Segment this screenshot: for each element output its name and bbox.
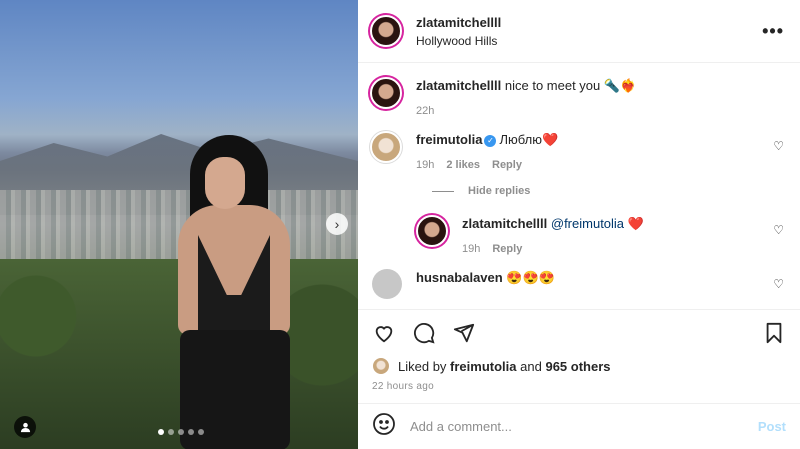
reply-avatar[interactable] (416, 215, 448, 247)
caption-text: nice to meet you 🔦❤️‍🔥 (504, 78, 637, 93)
smiley-icon (373, 412, 395, 435)
hide-replies-toggle[interactable]: Hide replies (432, 185, 784, 197)
commenter-username[interactable]: husnabalaven (416, 270, 503, 285)
likes-summary: Liked by freimutolia and 965 others (358, 355, 800, 377)
carousel-dot (168, 429, 174, 435)
share-icon[interactable] (452, 321, 476, 345)
hide-replies-label: Hide replies (468, 185, 531, 197)
liked-by-and: and (520, 358, 542, 374)
post-header: zlatamitchellll Hollywood Hills ••• (358, 0, 800, 63)
carousel-dots (158, 429, 204, 435)
reply-item: zlatamitchellll @freimutolia ❤️ 19h Repl… (416, 215, 784, 255)
carousel-dot (158, 429, 164, 435)
reply-time[interactable]: 19h (462, 243, 480, 255)
emoji-picker-icon[interactable] (372, 412, 396, 442)
like-comment-heart-icon[interactable]: ♡ (773, 277, 784, 291)
comment-time[interactable]: 19h (416, 159, 434, 171)
reply-username[interactable]: zlatamitchellll (462, 216, 547, 231)
commenter-avatar[interactable] (370, 131, 402, 163)
comment-icon[interactable] (412, 321, 436, 345)
more-horizontal-icon[interactable]: ••• (762, 21, 784, 42)
reply-mention[interactable]: @freimutolia (551, 216, 624, 231)
carousel-dot (178, 429, 184, 435)
caption-time[interactable]: 22h (416, 105, 434, 117)
carousel-dot (198, 429, 204, 435)
comment-likes[interactable]: 2 likes (446, 159, 480, 171)
photo-person (160, 135, 310, 449)
comment-item: husnabalaven 😍😍😍 ♡ (370, 269, 784, 299)
liker-avatar[interactable] (372, 357, 390, 375)
next-photo-button[interactable]: › (326, 213, 348, 235)
paper-plane-icon (453, 323, 475, 342)
commenter-username[interactable]: freimutolia (416, 132, 482, 147)
comment-input[interactable] (410, 419, 758, 434)
author-avatar[interactable] (370, 15, 402, 47)
like-reply-heart-icon[interactable]: ♡ (773, 223, 784, 237)
author-username[interactable]: zlatamitchellll (416, 15, 762, 30)
speech-bubble-icon (413, 322, 435, 344)
post-modal: › zlatamitchellll Hollywood Hills ••• zl… (0, 0, 800, 449)
commenter-avatar[interactable] (372, 269, 402, 299)
post-comment-button[interactable]: Post (758, 419, 786, 434)
person-face (205, 157, 245, 209)
caption: zlatamitchellll nice to meet you 🔦❤️‍🔥 2… (370, 77, 784, 117)
comment-text: Люблю❤️ (499, 132, 559, 147)
heart-outline-icon (375, 325, 393, 342)
caption-avatar[interactable] (370, 77, 402, 109)
reply-button[interactable]: Reply (492, 159, 522, 171)
tagged-user-icon[interactable] (14, 416, 36, 438)
liked-by-others[interactable]: 965 others (545, 359, 610, 374)
comments-list[interactable]: zlatamitchellll nice to meet you 🔦❤️‍🔥 2… (358, 63, 800, 309)
reply-reply-button[interactable]: Reply (492, 243, 522, 255)
like-comment-heart-icon[interactable]: ♡ (773, 139, 784, 153)
verified-badge-icon: ✓ (484, 135, 497, 147)
post-timestamp[interactable]: 22 hours ago (358, 377, 800, 403)
liked-by-prefix: Liked by (398, 358, 447, 374)
carousel-dot (188, 429, 194, 435)
comment-text: 😍😍😍 (506, 270, 555, 285)
add-comment-bar: Post (358, 403, 800, 449)
reply-text: ❤️ (624, 216, 644, 231)
post-location[interactable]: Hollywood Hills (416, 34, 762, 48)
caption-username[interactable]: zlatamitchellll (416, 78, 501, 93)
post-panel: zlatamitchellll Hollywood Hills ••• zlat… (358, 0, 800, 449)
action-bar (358, 309, 800, 355)
liked-by-user[interactable]: freimutolia (450, 359, 516, 374)
user-icon (20, 422, 30, 432)
bookmark-icon[interactable] (762, 321, 786, 345)
save-bookmark-icon (766, 322, 782, 343)
like-heart-icon[interactable] (372, 321, 396, 345)
post-photo[interactable]: › (0, 0, 358, 449)
replies-divider (432, 190, 454, 192)
comment-item: freimutolia ✓ Люблю❤️ 19h 2 likes Reply ♡ (370, 131, 784, 171)
